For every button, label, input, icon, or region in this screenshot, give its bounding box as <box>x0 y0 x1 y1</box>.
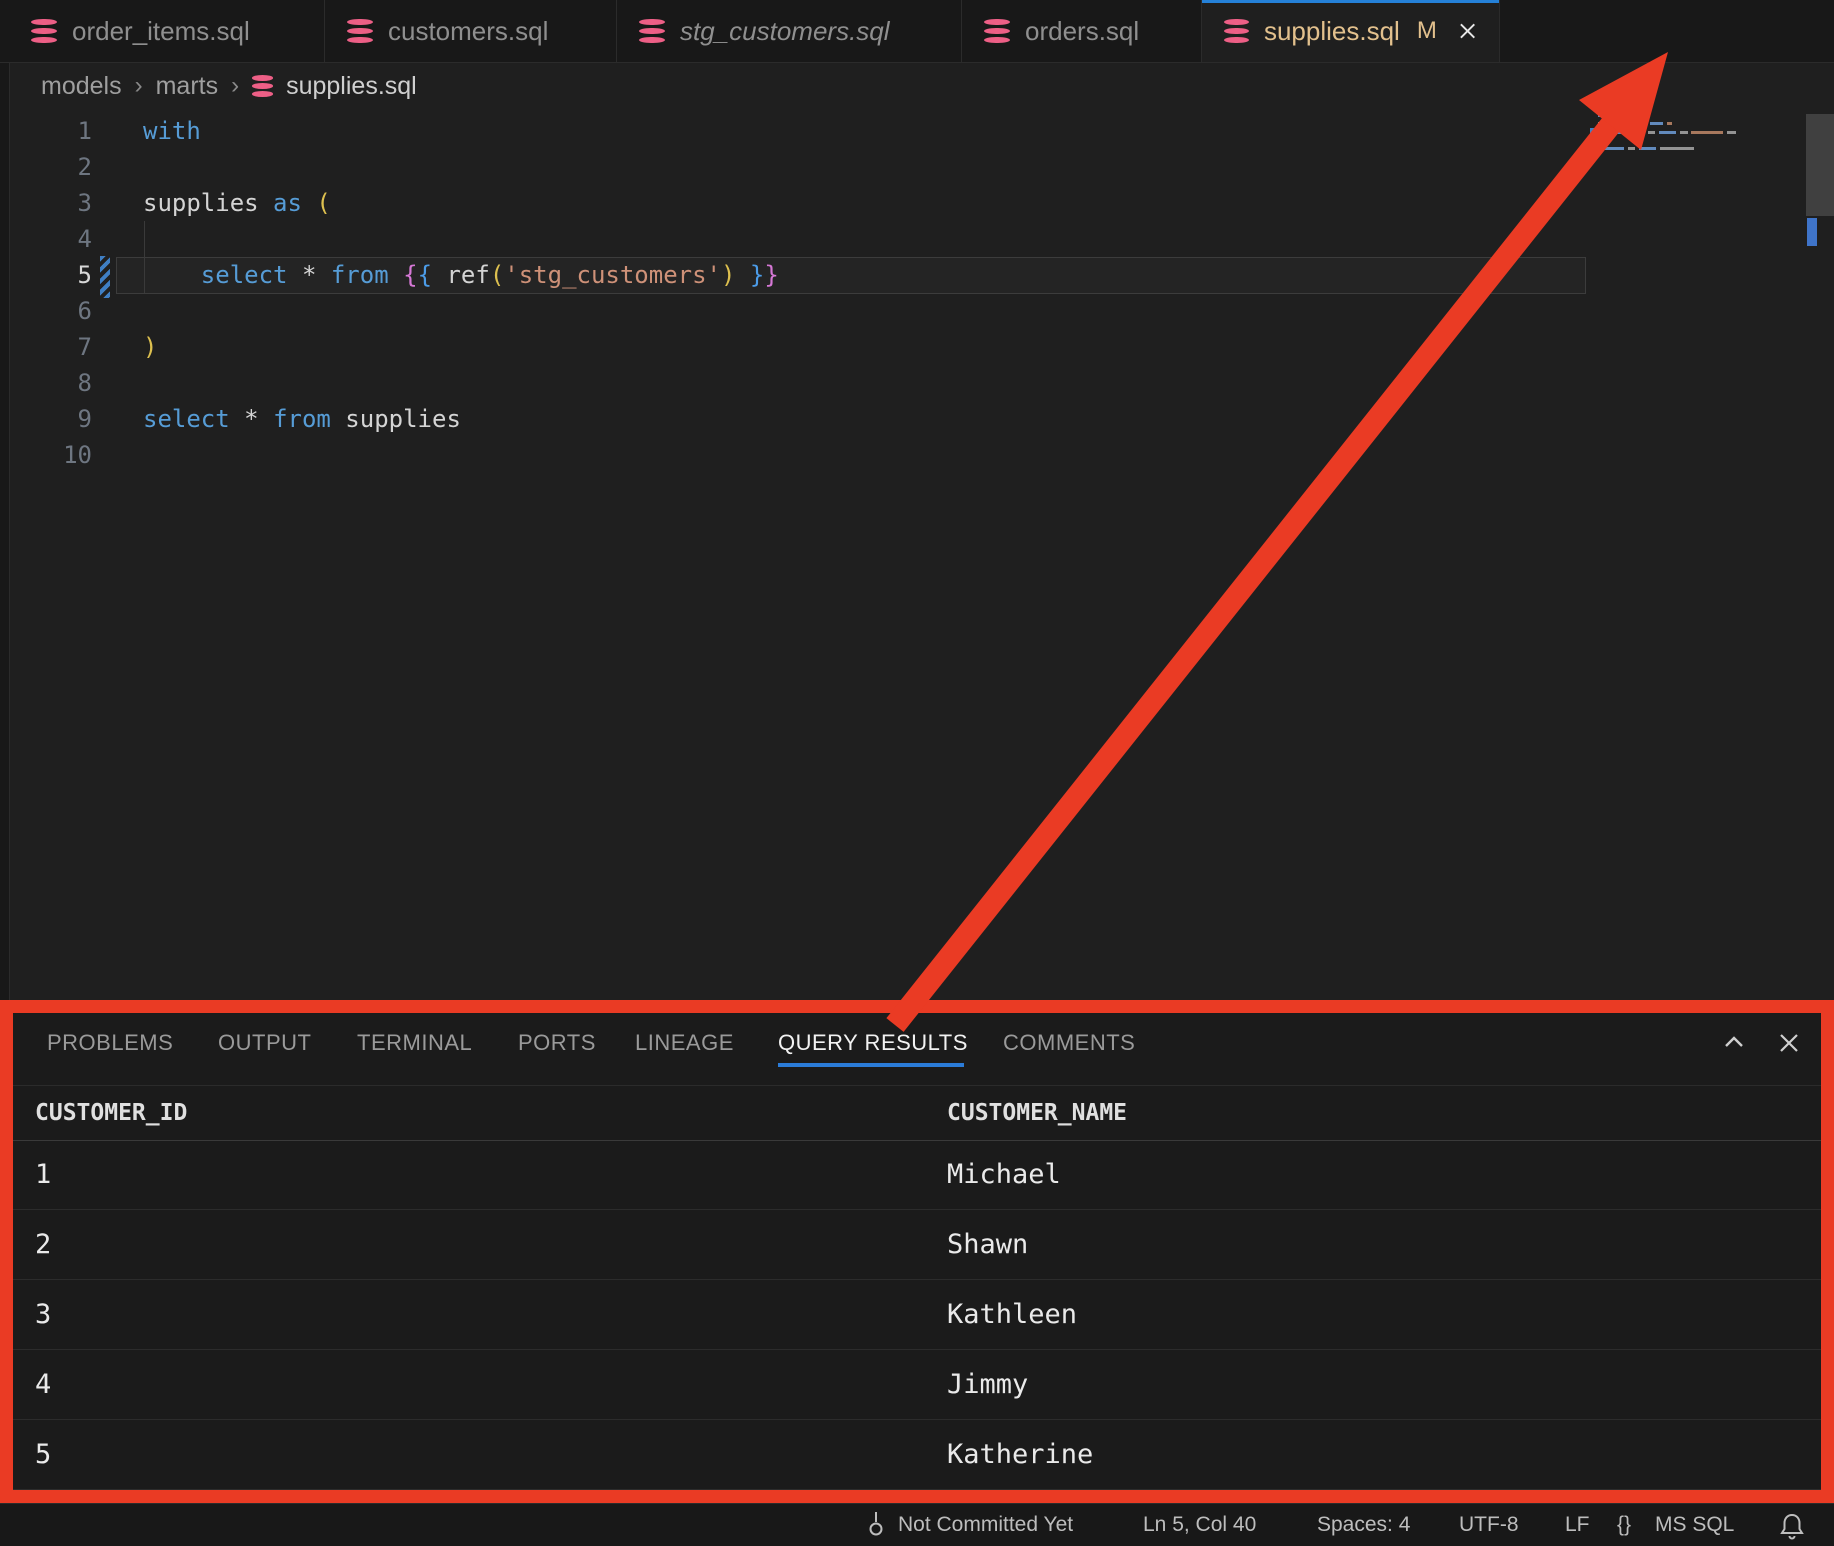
column-header-customer-id: CUSTOMER_ID <box>35 1086 187 1140</box>
cell-customer-id: 2 <box>35 1210 51 1280</box>
status-language-icon: {} <box>1617 1504 1631 1546</box>
panel-tab-lineage[interactable]: LINEAGE <box>635 1028 734 1058</box>
line-number: 8 <box>40 365 92 401</box>
cell-customer-id: 4 <box>35 1350 51 1420</box>
status-encoding[interactable]: UTF-8 <box>1459 1504 1519 1546</box>
status-bar: Not Committed Yet Ln 5, Col 40 Spaces: 4… <box>0 1503 1834 1546</box>
minimap-line <box>1598 122 1644 125</box>
code-token: 'stg_customers' <box>504 261 721 289</box>
code-line: select * from {{ ref('stg_customers') }} <box>143 257 779 293</box>
minimap-line <box>1639 147 1656 150</box>
panel-maximize-icon[interactable] <box>1717 1026 1751 1060</box>
minimap-line <box>1660 147 1694 150</box>
code-line: ) <box>143 329 157 365</box>
line-number: 3 <box>40 185 92 221</box>
status-source-control[interactable]: Not Committed Yet <box>898 1504 1073 1546</box>
code-token: as <box>273 189 302 217</box>
line-number: 2 <box>40 149 92 185</box>
minimap-line <box>1598 147 1624 150</box>
table-row[interactable]: 3 Kathleen <box>0 1280 1834 1350</box>
minimap-line <box>1680 131 1688 134</box>
minimap-line <box>1598 139 1603 142</box>
table-row[interactable]: 4 Jimmy <box>0 1350 1834 1420</box>
app-window: order_items.sql customers.sql stg_custom… <box>0 0 1834 1524</box>
status-eol[interactable]: LF <box>1565 1504 1590 1546</box>
minimap-line <box>1667 122 1672 125</box>
code-token: ( <box>490 261 504 289</box>
code-token: select <box>143 261 288 289</box>
bell-icon[interactable] <box>1778 1512 1806 1542</box>
code-editor[interactable]: 1with23supplies as (45 select * from {{ … <box>0 0 1834 1000</box>
code-token: * <box>230 405 273 433</box>
code-token: from <box>331 261 389 289</box>
code-token: } <box>764 261 778 289</box>
table-row[interactable]: 1 Michael <box>0 1140 1834 1210</box>
panel-tab-output[interactable]: OUTPUT <box>218 1028 311 1058</box>
line-number: 1 <box>40 113 92 149</box>
panel-tab-terminal[interactable]: TERMINAL <box>357 1028 472 1058</box>
line-number: 6 <box>40 293 92 329</box>
code-line: supplies as ( <box>143 185 331 221</box>
code-token <box>389 261 403 289</box>
panel-tab-comments[interactable]: COMMENTS <box>1003 1028 1135 1058</box>
code-token <box>302 189 316 217</box>
git-commit-icon <box>864 1510 888 1540</box>
code-token: } <box>750 261 764 289</box>
code-token: ref <box>432 261 490 289</box>
minimap-modified-marker <box>1590 128 1595 136</box>
line-number: 10 <box>40 437 92 473</box>
table-row[interactable]: 2 Shawn <box>0 1210 1834 1280</box>
code-line: with <box>143 113 201 149</box>
minimap-line <box>1727 131 1736 134</box>
minimap-line <box>1650 122 1663 125</box>
cell-customer-name: Kathleen <box>947 1280 1077 1350</box>
code-token: ) <box>143 333 157 361</box>
code-token <box>735 261 749 289</box>
column-header-customer-name: CUSTOMER_NAME <box>947 1086 1127 1140</box>
line-number: 5 <box>40 257 92 293</box>
cell-customer-name: Shawn <box>947 1210 1028 1280</box>
code-token: supplies <box>143 189 273 217</box>
results-header-row: CUSTOMER_ID CUSTOMER_NAME <box>0 1086 1834 1141</box>
cell-customer-id: 3 <box>35 1280 51 1350</box>
scrollbar-thumb[interactable] <box>1806 114 1834 216</box>
code-line: select * from supplies <box>143 401 461 437</box>
table-row[interactable]: 5 Katherine <box>0 1420 1834 1490</box>
line-number: 9 <box>40 401 92 437</box>
cell-customer-id: 5 <box>35 1420 51 1490</box>
minimap-line <box>1598 114 1618 117</box>
minimap-line <box>1648 131 1655 134</box>
code-token: select <box>143 405 230 433</box>
bottom-panel: PROBLEMS OUTPUT TERMINAL PORTS LINEAGE Q… <box>0 1000 1834 1503</box>
cell-customer-name: Michael <box>947 1140 1061 1210</box>
cell-customer-name: Katherine <box>947 1420 1093 1490</box>
status-cursor-position[interactable]: Ln 5, Col 40 <box>1143 1504 1256 1546</box>
code-token: { <box>418 261 432 289</box>
panel-tab-ports[interactable]: PORTS <box>518 1028 596 1058</box>
status-indentation[interactable]: Spaces: 4 <box>1317 1504 1410 1546</box>
line-number: 7 <box>40 329 92 365</box>
code-token: ) <box>721 261 735 289</box>
line-number: 4 <box>40 221 92 257</box>
minimap-line <box>1691 131 1723 134</box>
code-token: * <box>288 261 331 289</box>
panel-tab-problems[interactable]: PROBLEMS <box>47 1028 173 1058</box>
active-panel-tab-underline <box>778 1063 964 1067</box>
cell-customer-id: 1 <box>35 1140 51 1210</box>
panel-close-icon[interactable] <box>1772 1026 1806 1060</box>
code-token: { <box>403 261 417 289</box>
code-token: with <box>143 117 201 145</box>
panel-tab-query-results[interactable]: QUERY RESULTS <box>778 1028 968 1058</box>
overview-ruler-modified-marker <box>1807 218 1817 246</box>
code-token: supplies <box>331 405 461 433</box>
minimap-line <box>1659 131 1676 134</box>
status-language[interactable]: MS SQL <box>1655 1504 1734 1546</box>
code-token: ( <box>316 189 330 217</box>
minimap-line <box>1628 147 1635 150</box>
modified-line-gutter-marker <box>100 256 110 298</box>
cell-customer-name: Jimmy <box>947 1350 1028 1420</box>
minimap-line <box>1617 131 1644 134</box>
code-token: from <box>273 405 331 433</box>
